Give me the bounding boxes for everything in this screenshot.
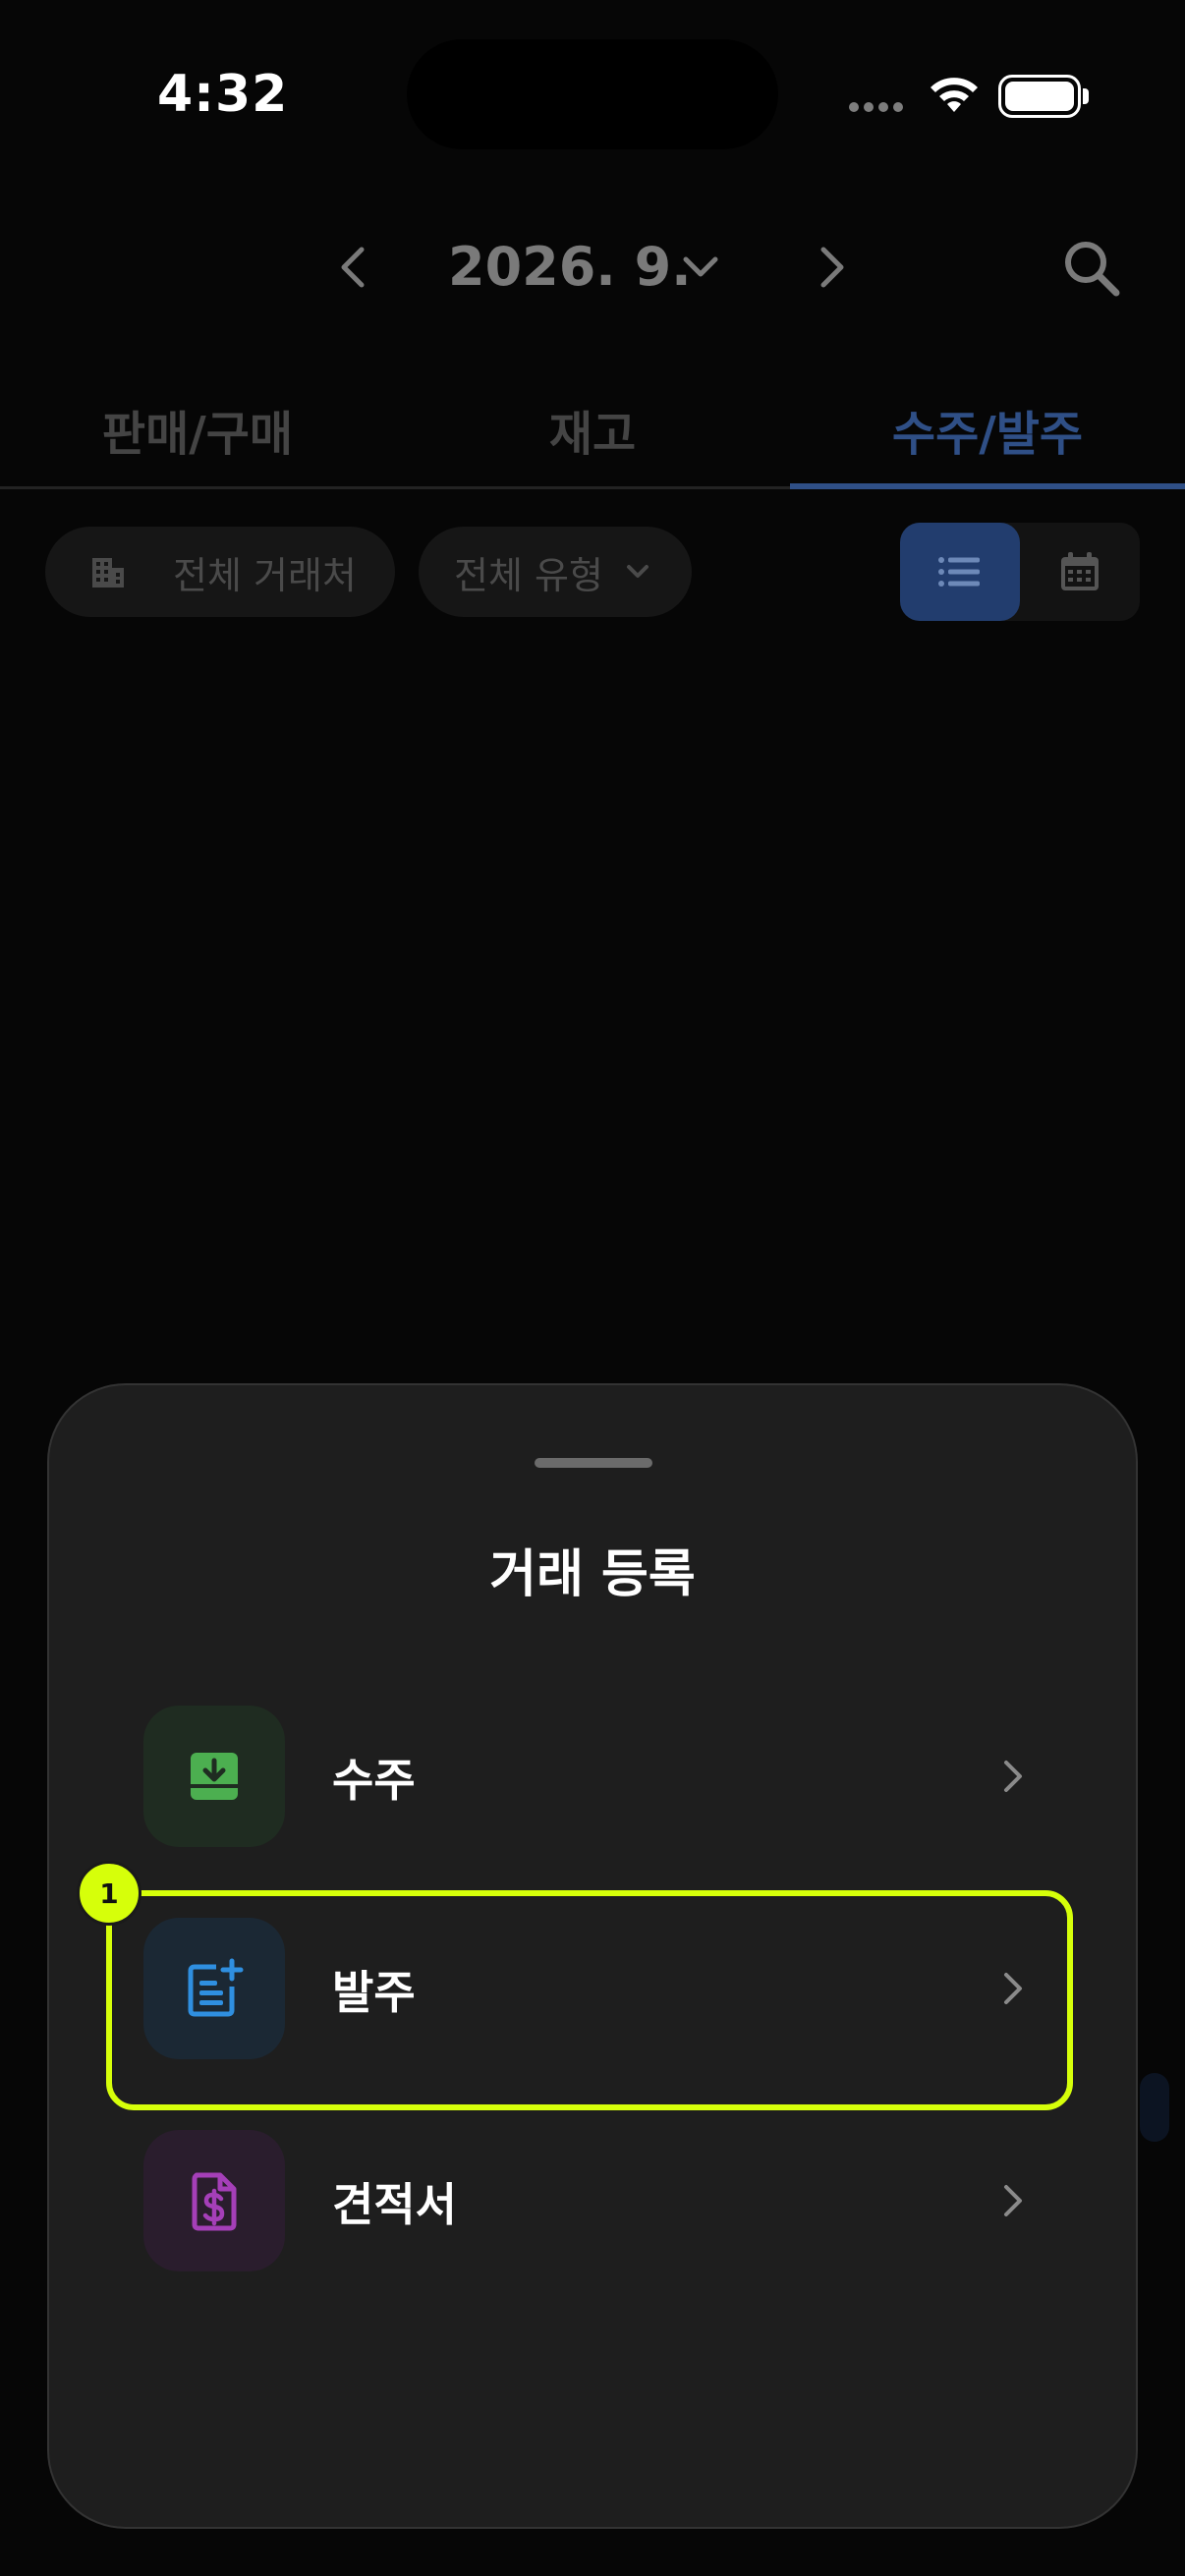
type-filter-chip[interactable]: 전체 유형 (419, 527, 692, 617)
chevron-right-icon (1004, 2185, 1022, 2216)
chevron-down-icon (626, 565, 649, 578)
quotation-label: 견적서 (332, 2178, 457, 2231)
chevron-right-icon (1004, 1761, 1022, 1792)
sheet-drag-handle[interactable] (535, 1458, 652, 1468)
calendar-icon (1061, 552, 1099, 590)
annotation-highlight-box (106, 1890, 1073, 2110)
chevron-right-icon[interactable] (802, 238, 861, 297)
tab-inventory[interactable]: 재고 (395, 371, 790, 486)
quotation-option[interactable]: 견적서 (143, 2130, 1028, 2271)
tab-bar: 판매/구매 재고 수주/발주 (0, 371, 1185, 489)
partner-filter-label: 전체 거래처 (173, 553, 357, 597)
type-filter-label: 전체 유형 (454, 553, 603, 597)
sheet-title: 거래 등록 (489, 1545, 696, 1604)
cellular-signal-icon (849, 102, 903, 112)
wifi-icon (931, 78, 978, 112)
tab-orders[interactable]: 수주/발주 (790, 371, 1185, 489)
calendar-view-button[interactable] (1020, 523, 1140, 621)
search-icon[interactable] (1057, 234, 1126, 303)
list-icon (938, 557, 980, 587)
status-time: 4:32 (157, 65, 289, 124)
chevron-left-icon[interactable] (324, 238, 383, 297)
dynamic-island (407, 39, 778, 149)
sales-order-label: 수주 (332, 1754, 416, 1807)
list-view-button[interactable] (900, 523, 1020, 621)
battery-icon (998, 75, 1081, 118)
background-fab-edge (1140, 2073, 1169, 2142)
battery-cap (1083, 88, 1089, 104)
tab-sales-purchase[interactable]: 판매/구매 (0, 371, 395, 486)
sales-order-option[interactable]: 수주 (143, 1706, 1028, 1847)
annotation-badge: 1 (77, 1861, 141, 1926)
partner-filter-chip[interactable]: 전체 거래처 (45, 527, 395, 617)
inbox-download-icon (143, 1706, 285, 1847)
chevron-down-icon[interactable] (678, 244, 723, 289)
dollar-document-icon (143, 2130, 285, 2271)
month-navigation: 2026. 9. (0, 218, 1185, 316)
building-icon (92, 558, 124, 588)
view-mode-toggle (900, 523, 1140, 621)
month-label[interactable]: 2026. 9. (448, 236, 692, 298)
screen: 4:32 2026. 9. 판매/구매 재고 수주/발주 전체 거래처 전체 유… (0, 0, 1185, 2576)
